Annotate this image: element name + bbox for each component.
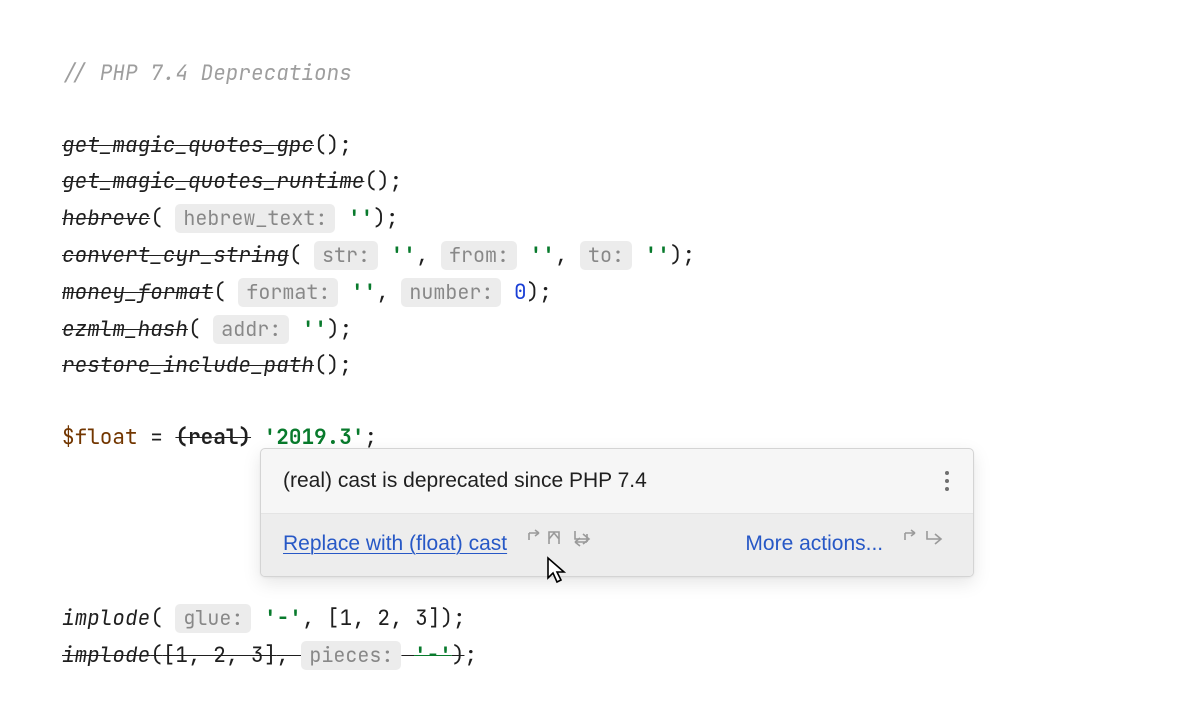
code-line: hebrevc( hebrew_text: '');: [62, 200, 1200, 237]
deprecated-func: ezmlm_hash: [62, 316, 188, 343]
param-hint: number:: [401, 278, 501, 307]
array-literal: [1, 2, 3]: [163, 642, 276, 669]
param-hint: str:: [314, 241, 378, 270]
deprecated-func: hebrevc: [62, 205, 150, 232]
string-literal: '2019.3': [264, 424, 365, 451]
quick-fix-link[interactable]: Replace with (float) cast: [283, 532, 507, 555]
string-literal: '': [645, 242, 670, 269]
array-literal: [1, 2, 3]: [327, 605, 440, 632]
blank-line: [62, 92, 1200, 128]
string-literal: '': [391, 242, 416, 269]
param-hint: to:: [580, 241, 632, 270]
code-line: convert_cyr_string( str: '', from: '', t…: [62, 237, 1200, 274]
deprecated-func: money_format: [62, 279, 213, 306]
param-hint: addr:: [213, 315, 289, 344]
param-hint: from:: [441, 241, 517, 270]
number-literal: 0: [514, 279, 527, 306]
string-literal: '': [302, 316, 327, 343]
code-editor[interactable]: // PHP 7.4 Deprecations get_magic_quotes…: [0, 0, 1200, 674]
code-line: get_magic_quotes_runtime();: [62, 164, 1200, 200]
deprecated-func: convert_cyr_string: [62, 242, 289, 269]
inspection-tooltip: (real) cast is deprecated since PHP 7.4 …: [260, 448, 974, 577]
more-actions-link[interactable]: More actions...: [745, 532, 883, 555]
deprecated-func: get_magic_quotes_runtime: [62, 168, 364, 195]
param-hint: pieces:: [301, 641, 401, 670]
func-call: implode: [62, 605, 150, 632]
comment-text: // PHP 7.4 Deprecations: [62, 60, 352, 87]
blank-line: [62, 384, 1200, 420]
more-options-icon[interactable]: [941, 467, 953, 495]
code-line: implode( glue: '-', [1, 2, 3]);: [62, 600, 1200, 637]
code-line: get_magic_quotes_gpc();: [62, 128, 1200, 164]
param-hint: hebrew_text:: [175, 204, 335, 233]
tooltip-actions: Replace with (float) cast More actions..…: [261, 514, 973, 576]
string-literal: '': [530, 242, 555, 269]
string-literal: '': [348, 205, 373, 232]
code-line: money_format( format: '', number: 0);: [62, 274, 1200, 311]
variable: $float: [62, 424, 138, 451]
shortcut-hint-icon: [903, 528, 951, 550]
shortcut-hint-icon: [527, 528, 597, 550]
param-hint: glue:: [175, 604, 251, 633]
param-hint: format:: [238, 278, 338, 307]
tooltip-message: (real) cast is deprecated since PHP 7.4: [283, 463, 647, 499]
code-line: restore_include_path();: [62, 348, 1200, 384]
code-line: // PHP 7.4 Deprecations: [62, 56, 1200, 92]
tooltip-header: (real) cast is deprecated since PHP 7.4: [261, 449, 973, 514]
string-literal: '-': [264, 605, 302, 632]
deprecated-cast: (real): [175, 424, 251, 451]
code-line: ezmlm_hash( addr: '');: [62, 311, 1200, 348]
deprecated-func: restore_include_path: [62, 352, 314, 379]
deprecated-call: implode: [62, 642, 150, 669]
string-literal: '-': [414, 642, 452, 669]
deprecated-func: get_magic_quotes_gpc: [62, 132, 314, 159]
string-literal: '': [351, 279, 376, 306]
code-line: implode([1, 2, 3], pieces: '-');: [62, 637, 1200, 674]
